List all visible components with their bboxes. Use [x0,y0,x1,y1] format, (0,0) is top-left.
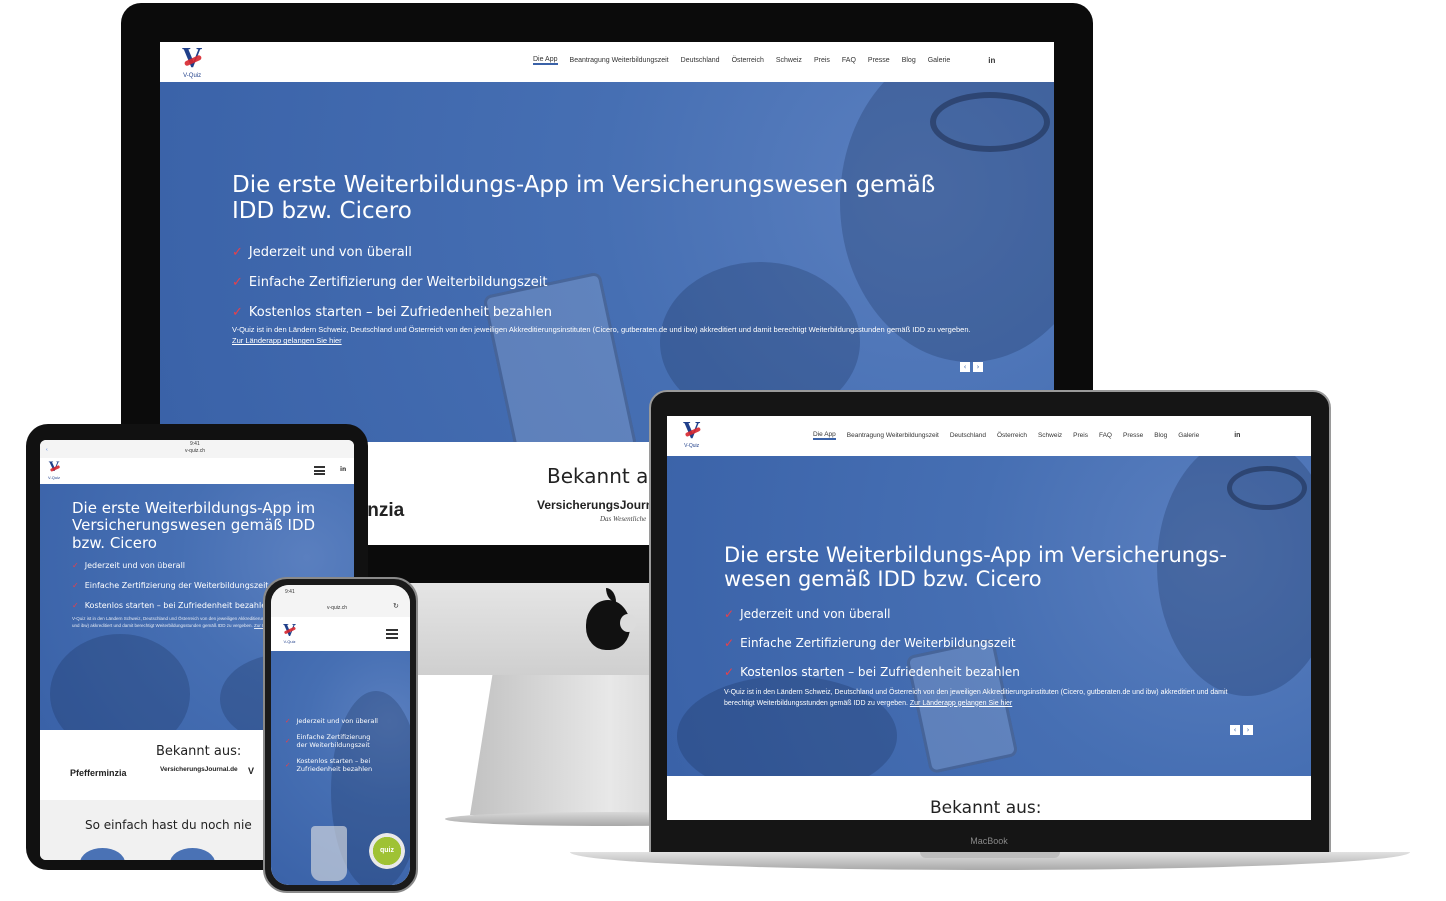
laptop-screen: V V-Quiz Die App Beantragung Weiterbildu… [667,416,1311,820]
tablet-menu-icon[interactable] [314,466,325,475]
nav-item-die-app[interactable]: Die App [533,56,558,65]
nav-item-blog[interactable]: Blog [902,57,916,64]
feature-item: ✓ Kostenlos starten – bei Zufriedenheit b… [232,304,552,320]
tablet-hero-title: Die erste Weiterbildungs-App im Versiche… [72,499,316,552]
press-logo-tagline: Das Wesentliche [600,515,647,523]
tablet-time: 9:41 [190,441,200,447]
laptop-slider-controls: ‹ › [1230,725,1253,735]
reload-icon[interactable]: ↻ [393,602,399,610]
hero-title: Die erste Weiterbildungs-App im Versiche… [232,172,936,225]
phone-logo[interactable]: V V-Quiz [283,621,296,644]
site-nav: V V-Quiz Die App Beantragung Weiterbildu… [160,42,1054,82]
logo-mark: V [182,43,203,74]
phone-menu-icon[interactable] [386,629,398,639]
check-icon: ✓ [724,664,735,679]
feature-item: ✓ Einfache Zertifizierung der Weiterbildu… [232,274,548,290]
nav-menu: Die App Beantragung Weiterbildungszeit D… [533,56,995,65]
laptop-brand-label: MacBook [970,836,1008,846]
laptop-linkedin-icon[interactable]: in [1234,432,1240,439]
phone-browser-bar: 9:41 v-quiz.ch ↻ [271,585,410,617]
press-title: Bekannt au [547,464,661,488]
laptop-press-section: Bekannt aus: [667,776,1311,820]
laptop-logo[interactable]: V V-Quiz [683,419,700,449]
check-icon: ✓ [72,600,79,610]
quiz-badge-icon: quiz [369,833,405,869]
tablet-browser-bar: 9:41 ‹ v-quiz.ch [40,440,354,458]
nav-item-presse[interactable]: Presse [868,57,890,64]
feature-item: ✓ Jederzeit und von überall [232,244,412,260]
check-icon: ✓ [232,244,243,260]
laptop-notch [920,852,1060,858]
nav-item-deutschland[interactable]: Deutschland [681,57,720,64]
check-icon: ✓ [285,737,291,745]
check-icon: ✓ [232,304,243,320]
laptop-nav-menu: Die App Beantragung Weiterbildungszeit D… [813,431,1241,440]
hero-description: V-Quiz ist in den Ländern Schweiz, Deuts… [232,325,971,346]
tablet-url[interactable]: v-quiz.ch [185,448,205,454]
site-logo[interactable]: V V-Quiz [182,43,203,80]
slider-next-button[interactable]: › [973,362,983,372]
nav-item-faq[interactable]: FAQ [842,57,856,64]
slider-controls: ‹ › [960,362,983,372]
apple-logo-icon [586,588,636,650]
linkedin-icon[interactable]: in [988,56,995,65]
check-icon: ✓ [724,635,735,650]
tablet-logo[interactable]: V V-Quiz [48,460,60,481]
check-icon: ✓ [285,761,291,769]
laptop-hero-title: Die erste Weiterbildungs-App im Versiche… [724,543,1227,592]
tablet-nav: V V-Quiz in [40,458,354,484]
back-icon[interactable]: ‹ [46,447,48,453]
phone-feature-list: ✓ Jederzeit und von überall ✓ Einfache Zer… [285,717,378,773]
tablet-linkedin-icon[interactable]: in [340,466,346,473]
phone-url[interactable]: v-quiz.ch [327,605,347,611]
press-logo-versicherungsjournal: VersicherungsJourn [537,498,654,512]
laptop-nav: V V-Quiz Die App Beantragung Weiterbildu… [667,416,1311,456]
phone-nav: V V-Quiz [271,617,410,651]
country-app-link[interactable]: Zur Länderapp gelangen Sie hier [232,336,342,345]
press-logo-pfefferminzia: inzia [362,500,405,521]
phone-screen: 9:41 v-quiz.ch ↻ V V-Quiz ✓ Jederzeit und… [271,585,410,885]
nav-item-schweiz[interactable]: Schweiz [776,57,802,64]
check-icon: ✓ [72,580,79,590]
tablet-feature-list: ✓ Jederzeit und von überall ✓ Einfache Zer… [72,560,272,610]
nav-item-preis[interactable]: Preis [814,57,830,64]
check-icon: ✓ [285,717,291,725]
nav-item-beantragung[interactable]: Beantragung Weiterbildungszeit [570,57,669,64]
slider-prev-button[interactable]: ‹ [960,362,970,372]
check-icon: ✓ [72,560,79,570]
nav-item-galerie[interactable]: Galerie [928,57,951,64]
feature-list: ✓ Jederzeit und von überall ✓ Einfache Zer… [232,237,552,327]
nav-item-oesterreich[interactable]: Österreich [732,57,764,64]
check-icon: ✓ [232,274,243,290]
laptop-feature-list: ✓ Jederzeit und von überall ✓ Einfache Zer… [724,606,1020,679]
laptop-hero-description: V-Quiz ist in den Ländern Schweiz, Deuts… [724,689,1228,707]
check-icon: ✓ [724,606,735,621]
